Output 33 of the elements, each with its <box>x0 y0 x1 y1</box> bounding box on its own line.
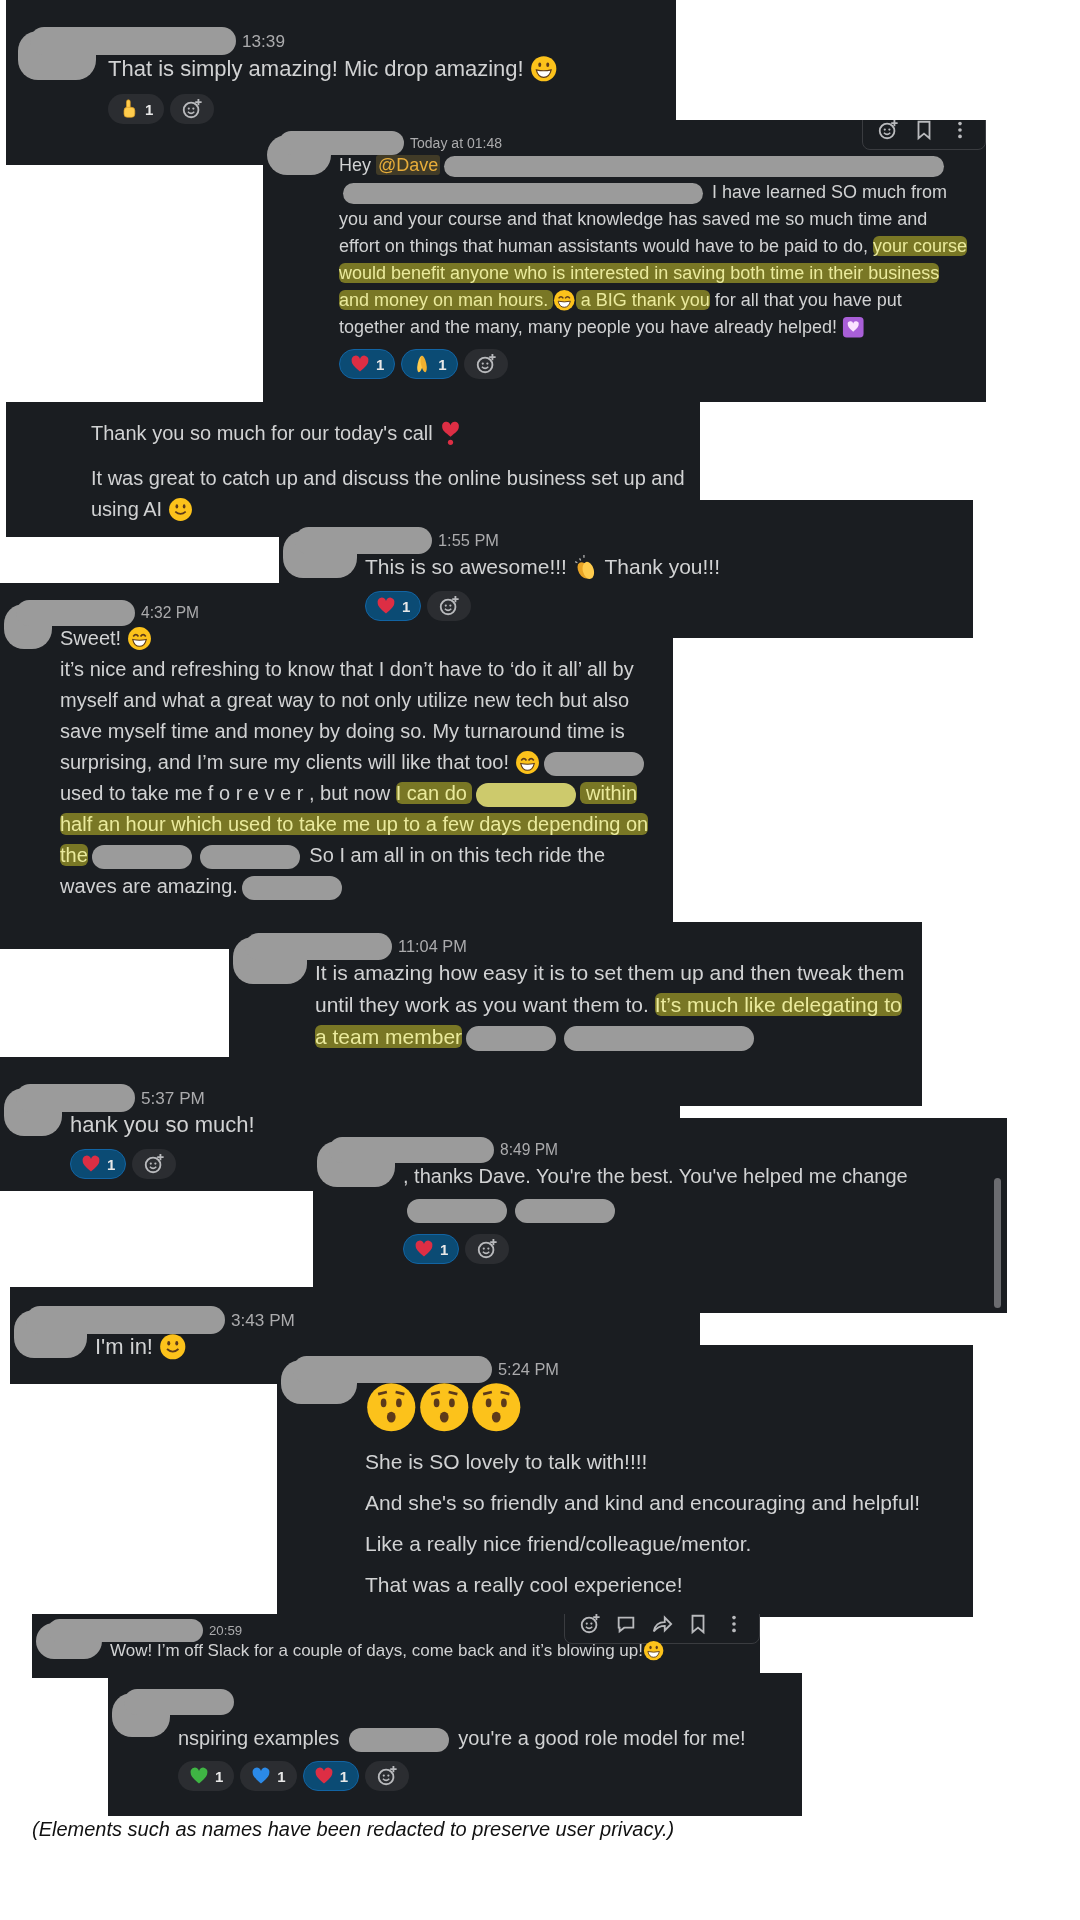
reaction-button[interactable]: 1 <box>178 1761 235 1791</box>
timestamp: 8:49 PM <box>500 1140 559 1160</box>
message-text: , thanks Dave. You're the best. You've helped me change <box>403 1160 993 1227</box>
message-text: Hey @Dave I have learned SO much from you and your course and that knowledge has saved me so much time and effort on things that human assistants would have to be paid to do, your course would benefit anyone who is interested in saving both time in their business and money on man hours. a BIG thank you for all that you have put together and the many, many people you have already helped! <box>339 154 969 341</box>
message-text: That is simply amazing! Mic drop amazing! <box>108 52 662 87</box>
reaction-button[interactable]: 1 <box>365 591 422 622</box>
timestamp: 5:37 PM <box>141 1087 205 1110</box>
timestamp: 11:04 PM <box>398 936 467 957</box>
message-text: And she's so friendly and kind and encouraging and helpful! <box>365 1489 922 1516</box>
reaction-button[interactable]: 1 <box>108 94 165 125</box>
timestamp: 4:32 PM <box>141 603 200 623</box>
caption: (Elements such as names have been redacted to preserve user privacy.) <box>32 1818 675 1841</box>
message-text: it’s nice and refreshing to know that I don’t have to ‘do it all’ all by myself and what a great way to not only utilize new tech but also save myself time and money by doing so. My turnaround time is surprising, and I’m sure my clients will like that too! used to take me f o r e v e r , but now I can do within half an hour which used to take me up to a few days depending on the So I am all in on this tech ride the waves are amazing. <box>60 657 650 902</box>
reaction-button[interactable]: 1 <box>240 1761 297 1791</box>
message-text: She is SO lovely to talk with!!!! <box>365 1448 649 1475</box>
message-text: hank you so much! <box>70 1111 256 1140</box>
message-text: Thank you so much for our today's call <box>91 418 686 449</box>
message-text: Wow! I’m off Slack for a couple of days, come back and it’s blowing up! <box>110 1639 746 1664</box>
reaction-button[interactable]: 1 <box>70 1149 127 1180</box>
timestamp: 3:43 PM <box>231 1309 295 1332</box>
timestamp: 20:59 <box>209 1622 243 1640</box>
timestamp: 5:24 PM <box>498 1359 559 1380</box>
reaction-button[interactable]: 1 <box>302 1761 360 1791</box>
message-text: nspiring examples you're a good role model for me! <box>178 1723 788 1753</box>
message-text: Like a really nice friend/colleague/mentor. <box>365 1530 753 1557</box>
timestamp: Today at 01:48 <box>410 134 503 153</box>
reaction-button[interactable]: 1 <box>339 349 396 380</box>
reaction-button[interactable]: 1 <box>401 349 458 380</box>
timestamp: 1:55 PM <box>438 530 499 551</box>
message-text: That was a really cool experience! <box>365 1571 684 1598</box>
reaction-button[interactable]: 1 <box>403 1234 460 1265</box>
timestamp: 13:39 <box>242 30 285 53</box>
message-text: This is so awesome!!! Thank you!!! <box>365 552 721 583</box>
